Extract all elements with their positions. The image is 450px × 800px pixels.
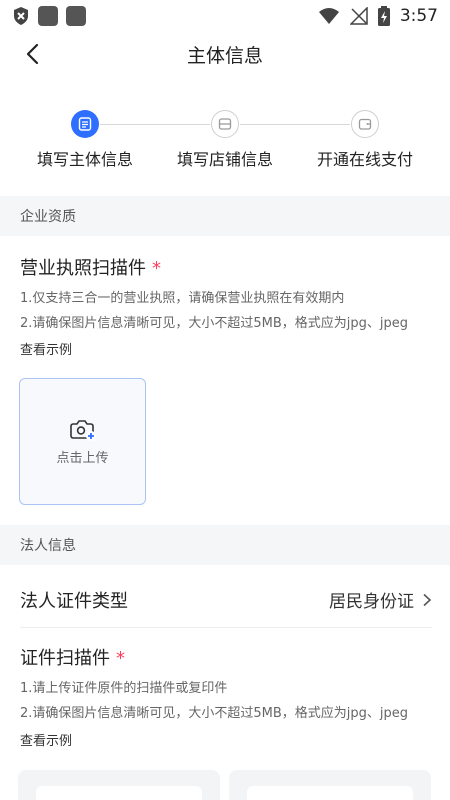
- step-store-info: 填写店铺信息: [160, 110, 290, 170]
- field-label: 证件扫描件: [20, 648, 110, 669]
- license-hint-2: 2.请确保图片信息清晰可见，大小不超过5MB，格式应为jpg、jpeg: [20, 316, 409, 331]
- document-icon: [71, 110, 99, 138]
- id-scan-hint-1: 1.请上传证件原件的扫描件或复印件: [20, 681, 228, 696]
- status-bar: 3:57: [0, 0, 450, 32]
- step-label: 填写主体信息: [36, 150, 133, 169]
- section-title: 法人信息: [20, 538, 76, 554]
- id-scan-view-example-link[interactable]: 查看示例: [20, 730, 72, 749]
- step-company-info: 填写主体信息: [20, 110, 150, 170]
- section-header-company: 企业资质: [0, 196, 450, 236]
- wallet-icon: [351, 110, 379, 138]
- wifi-icon: [318, 8, 339, 24]
- store-icon: [211, 110, 239, 138]
- id-type-selector[interactable]: 居民身份证: [329, 587, 432, 612]
- id-scan-title: 证件扫描件 *: [20, 644, 125, 670]
- id-type-value: 居民身份证: [329, 592, 414, 612]
- license-upload-button[interactable]: 点击上传: [19, 378, 146, 505]
- battery-icon: [377, 6, 390, 26]
- id-type-label: 法人证件类型: [20, 590, 128, 612]
- license-title: 营业执照扫描件 *: [20, 254, 161, 280]
- back-arrow-icon[interactable]: [22, 42, 46, 66]
- license-hint-1: 1.仅支持三合一的营业执照，请确保营业执照在有效期内: [20, 291, 345, 306]
- page-title: 主体信息: [186, 44, 263, 67]
- upload-label: 点击上传: [56, 451, 109, 466]
- step-label: 开通在线支付: [316, 150, 413, 169]
- no-signal-icon: [349, 7, 368, 25]
- status-left: [12, 6, 86, 26]
- field-label: 营业执照扫描件: [20, 258, 146, 279]
- step-label: 填写店铺信息: [176, 150, 273, 169]
- section-header-legal: 法人信息: [0, 525, 450, 565]
- required-mark: *: [152, 258, 161, 279]
- id-card-placeholder: [247, 786, 413, 800]
- camera-add-icon: [69, 420, 96, 441]
- section-title: 企业资质: [20, 209, 76, 225]
- license-view-example-link[interactable]: 查看示例: [20, 339, 72, 358]
- nav-bar: 主体信息: [0, 32, 450, 76]
- id-back-upload-card[interactable]: [229, 770, 431, 800]
- id-card-placeholder: [36, 786, 202, 800]
- notification-icon: [38, 6, 58, 26]
- chevron-right-icon: [423, 593, 432, 606]
- id-scan-hint-2: 2.请确保图片信息清晰可见，大小不超过5MB，格式应为jpg、jpeg: [20, 706, 409, 721]
- notification-icon: [66, 6, 86, 26]
- progress-steps: 填写主体信息 填写店铺信息 开通在线支付: [0, 76, 450, 196]
- id-type-row[interactable]: 法人证件类型 居民身份证: [20, 572, 432, 628]
- required-mark: *: [116, 648, 125, 669]
- status-time: 3:57: [399, 6, 438, 26]
- step-online-payment: 开通在线支付: [300, 110, 430, 170]
- status-right: 3:57: [318, 6, 438, 26]
- id-front-upload-card[interactable]: [18, 770, 220, 800]
- shield-icon: [14, 7, 28, 25]
